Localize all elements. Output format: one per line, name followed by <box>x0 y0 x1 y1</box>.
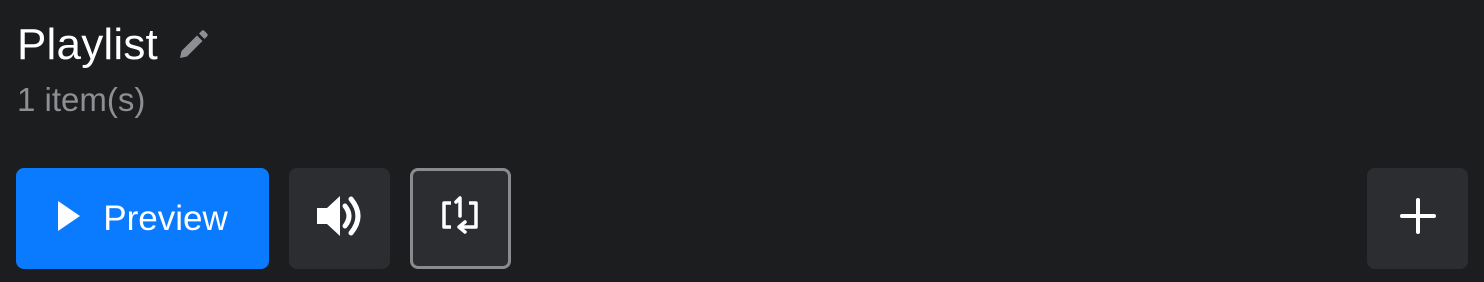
add-item-button[interactable] <box>1367 168 1468 269</box>
play-icon <box>57 200 81 237</box>
playlist-header: Playlist 1 item(s) <box>17 18 210 120</box>
preview-button[interactable]: Preview <box>16 168 269 269</box>
title-row: Playlist <box>17 18 210 72</box>
speaker-icon <box>315 194 365 243</box>
playlist-toolbar: Preview <box>16 168 1468 269</box>
item-count: 1 item(s) <box>17 81 146 118</box>
playlist-panel: Playlist 1 item(s) Preview <box>0 0 1484 282</box>
preview-button-label: Preview <box>103 198 228 238</box>
pencil-icon[interactable] <box>176 28 210 62</box>
sound-button[interactable] <box>289 168 390 269</box>
repeat-one-button[interactable] <box>410 168 511 269</box>
repeat-one-icon <box>439 194 483 243</box>
playlist-title: Playlist <box>17 20 158 69</box>
plus-icon <box>1399 198 1436 239</box>
